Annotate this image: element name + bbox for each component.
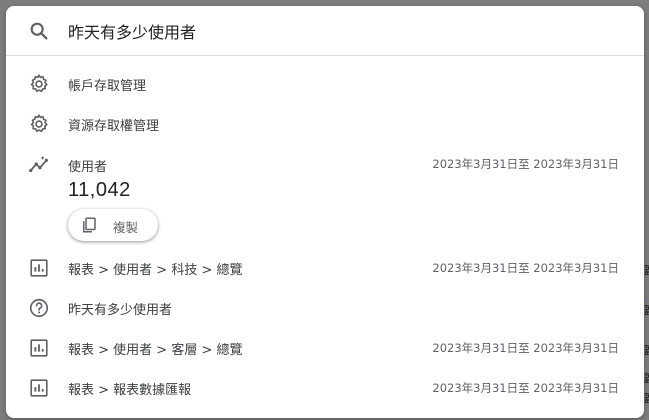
result-item-label: 報表 > 報表數據匯報 bbox=[68, 383, 192, 398]
search-icon[interactable] bbox=[28, 20, 50, 42]
copy-icon bbox=[83, 217, 96, 233]
help-icon bbox=[29, 298, 49, 318]
insight-metric-value: 11,042 bbox=[68, 179, 131, 201]
insights-icon bbox=[29, 155, 48, 173]
search-dropdown-panel: 帳戶存取管理 資源存取權管理 使用者 2023年3月31日至 2023年3月31… bbox=[6, 6, 644, 418]
insight-date-range: 2023年3月31日至 2023年3月31日 bbox=[432, 157, 619, 171]
result-item-date-range: 2023年3月31日至 2023年3月31日 bbox=[432, 341, 619, 355]
report-chart-icon bbox=[30, 339, 48, 357]
settings-item-account-access[interactable]: 帳戶存取管理 bbox=[6, 64, 644, 104]
report-chart-icon bbox=[30, 379, 48, 397]
result-item-report[interactable]: 報表 > 使用者 > 科技 > 總覽 2023年3月31日至 2023年3月31… bbox=[6, 248, 644, 288]
insight-result-users[interactable]: 使用者 2023年3月31日至 2023年3月31日 11,042 複製 bbox=[6, 144, 644, 244]
search-bar bbox=[6, 6, 644, 56]
insight-metric-label: 使用者 bbox=[68, 160, 108, 175]
result-item-date-range: 2023年3月31日至 2023年3月31日 bbox=[432, 261, 619, 275]
copy-button[interactable]: 複製 bbox=[68, 209, 158, 241]
result-item-label: 報表 > 使用者 > 科技 > 總覽 bbox=[68, 263, 243, 278]
settings-item-label: 資源存取權管理 bbox=[68, 119, 160, 134]
result-item-label: 報表 > 使用者 > 客層 > 總覽 bbox=[68, 343, 243, 358]
result-item-help[interactable]: 昨天有多少使用者 bbox=[6, 288, 644, 328]
settings-item-label: 帳戶存取管理 bbox=[68, 79, 147, 94]
result-item-report[interactable]: 報表 > 使用者 > 客層 > 總覽 2023年3月31日至 2023年3月31… bbox=[6, 328, 644, 368]
result-item-date-range: 2023年3月31日至 2023年3月31日 bbox=[432, 381, 619, 395]
search-input[interactable] bbox=[68, 17, 608, 45]
result-item-label: 昨天有多少使用者 bbox=[68, 303, 173, 318]
copy-button-label: 複製 bbox=[113, 220, 139, 235]
result-item-report[interactable]: 報表 > 報表數據匯報 2023年3月31日至 2023年3月31日 bbox=[6, 368, 644, 408]
report-chart-icon bbox=[30, 259, 48, 277]
settings-item-resource-access[interactable]: 資源存取權管理 bbox=[6, 104, 644, 144]
gear-icon bbox=[30, 74, 48, 93]
gear-icon bbox=[30, 114, 48, 133]
